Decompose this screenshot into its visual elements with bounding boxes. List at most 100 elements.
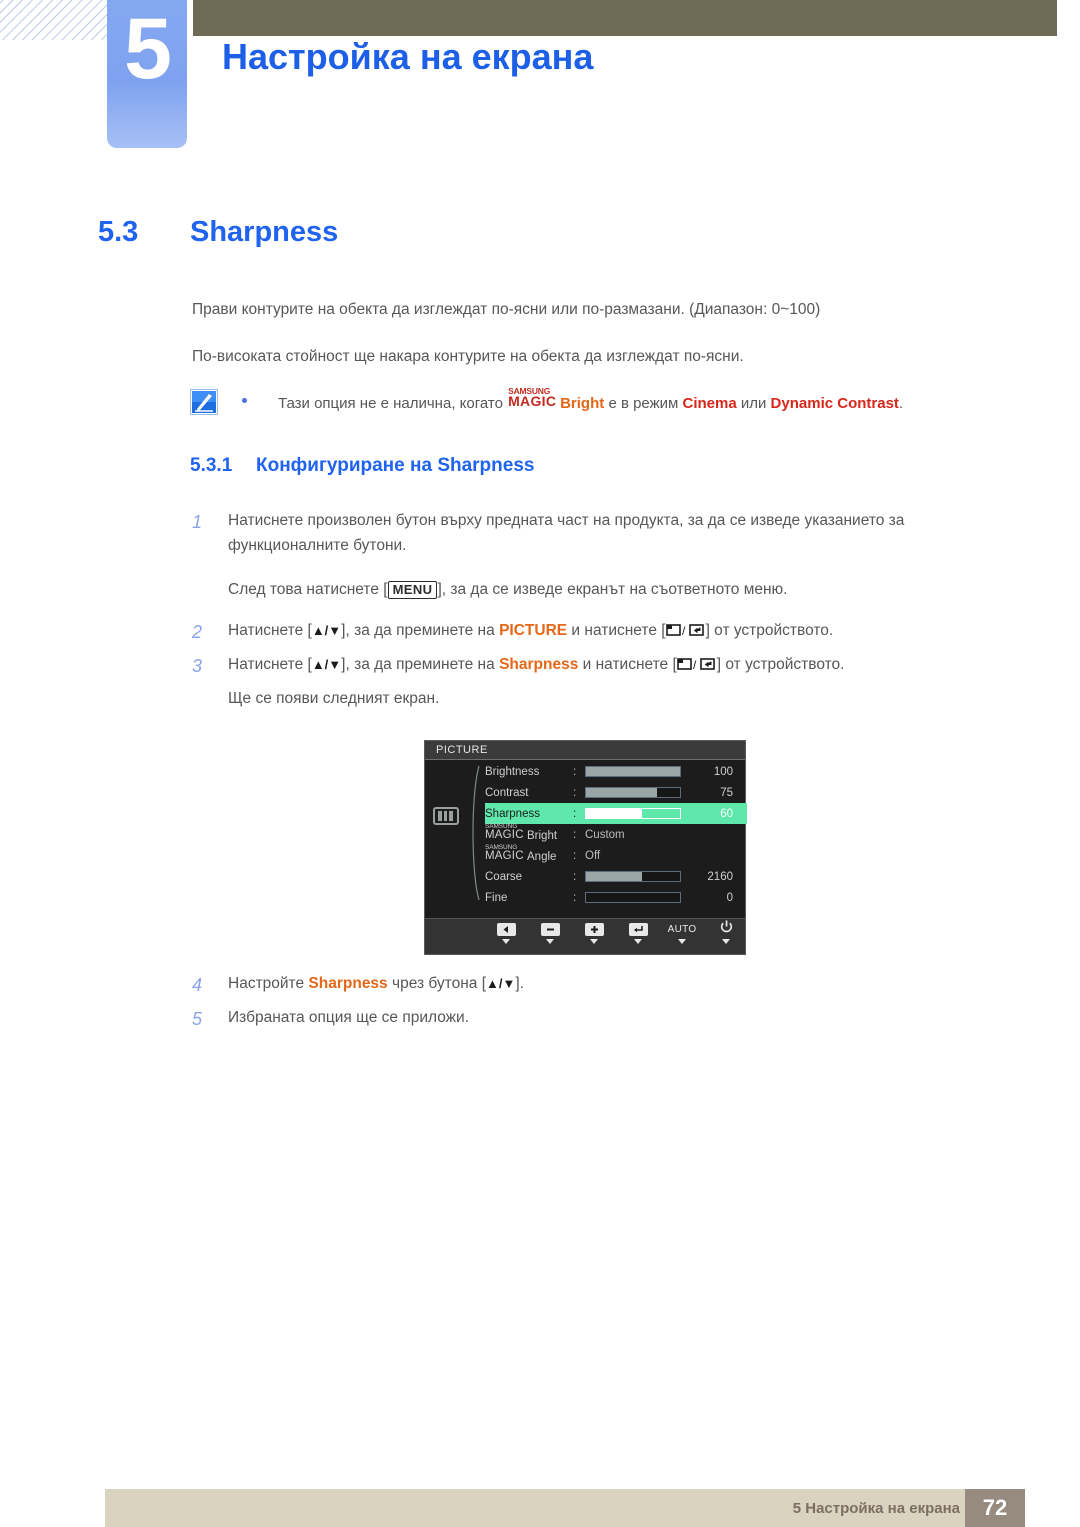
osd-value-magic-angle: Off [585,849,601,862]
auto-label: AUTO [667,924,697,935]
step-5-number: 5 [192,1009,203,1029]
osd-rows: Brightness : 100 Contrast : 75 Sharpness… [485,761,747,908]
svg-text:/: / [693,658,697,672]
step-2-text-before: Натиснете [ [228,622,312,639]
subsection-number: 5.3.1 [190,455,233,476]
step-5: 5 Избраната опция ще се приложи. [192,1005,992,1030]
note-block: Тази опция не е налична, когато SAMSUNG … [190,387,980,422]
osd-row-fine[interactable]: Fine : 0 [485,887,747,908]
osd-button-enter[interactable] [623,922,653,944]
caret-down-icon [722,939,730,944]
chapter-title: Настройка на екрана [222,36,594,77]
step-3-text: Натиснете [▲/▼], за да преминете на Shar… [228,652,992,677]
osd-body: Brightness : 100 Contrast : 75 Sharpness… [425,761,747,908]
step-2-highlight: PICTURE [499,622,568,639]
osd-row-magic-angle[interactable]: SAMSUNG MAGIC Angle : Off [485,844,747,866]
step-4-number: 4 [192,975,203,995]
substep-text-before: След това натиснете [ [228,581,388,598]
step-5-text: Избраната опция ще се приложи. [228,1009,469,1026]
section-title: Sharpness [190,216,339,248]
osd-value-coarse: 2160 [707,870,733,883]
caret-down-icon [590,939,598,944]
osd-label-contrast: Contrast [485,786,529,799]
osd-colon: : [573,807,577,820]
osd-button-plus[interactable] [579,922,609,944]
note-mode-dynamic-contrast: Dynamic Contrast [770,395,899,412]
note-text-middle: е в режим [608,395,679,412]
plus-icon [584,923,604,936]
osd-title-bar: PICTURE [425,741,745,760]
osd-value-sharpness: 60 [720,807,733,820]
enter-icon [628,923,648,936]
step-3-highlight: Sharpness [499,656,579,673]
step-3-number: 3 [192,656,203,676]
step-1-substep-text: След това натиснете [MENU], за да се изв… [228,577,992,602]
osd-label-sharpness: Sharpness [485,807,540,820]
osd-value-contrast: 75 [720,786,733,799]
osd-button-auto[interactable]: AUTO [667,922,697,944]
step-4-text-mid: чрез бутона [ [392,975,487,992]
note-bullet [242,398,247,403]
osd-slider-coarse[interactable] [585,871,681,882]
osd-slider-contrast[interactable] [585,787,681,798]
chapter-number: 5 [124,1,172,97]
step-4-text: Настройте Sharpness чрез бутона [▲/▼]. [228,971,992,996]
osd-row-brightness[interactable]: Brightness : 100 [485,761,747,782]
osd-colon: : [573,849,577,862]
step-4-text-before: Настройте [228,975,305,992]
minus-icon [540,923,560,936]
step-3: 3 Натиснете [▲/▼], за да преминете на Sh… [192,652,992,677]
page-footer: 5 Настройка на екрана 72 [105,1489,1025,1527]
source-enter-icons: / [676,657,717,672]
osd-colon: : [573,765,577,778]
caret-down-icon [678,939,686,944]
section-paragraph-1: Прави контурите на обекта да изглеждат п… [192,301,821,318]
subsection-title: Конфигуриране на Sharpness [256,455,535,476]
picture-bars-icon [433,807,459,825]
magic-logo-bottom: MAGIC [508,393,557,409]
step-3-substep-text: Ще се появи следният екран. [228,690,440,707]
step-4-text-after: ]. [515,975,524,992]
step-4: 4 Настройте Sharpness чрез бутона [▲/▼]. [192,971,992,996]
osd-slider-fine[interactable] [585,892,681,903]
osd-row-coarse[interactable]: Coarse : 2160 [485,866,747,887]
note-period: . [898,395,904,412]
page-header: 5 Настройка на екрана [0,0,1080,170]
osd-magic-suffix: Angle [527,850,557,863]
note-text-before: Тази опция не е налична, когато [278,395,503,412]
osd-label-coarse: Coarse [485,870,523,883]
back-icon [496,923,516,936]
power-icon [720,920,733,939]
step-2-text-after: ] от устройството. [705,622,834,639]
note-conjunction: или [740,395,767,412]
osd-colon: : [573,828,577,841]
section-paragraph-2: По-високата стойност ще накара контурите… [192,348,744,365]
step-1-text: Натиснете произволен бутон върху преднат… [228,512,905,555]
step-1-number: 1 [192,512,203,532]
osd-row-magic-bright[interactable]: SAMSUNG MAGIC Bright : Custom [485,823,747,845]
osd-title-text: PICTURE [436,744,488,756]
caret-down-icon [546,939,554,944]
osd-bracket-decoration [467,764,481,902]
source-enter-icons: / [665,623,706,638]
updown-arrows-icon: ▲/▼ [486,976,516,991]
osd-label-magic-bright: SAMSUNG MAGIC Bright [485,823,573,842]
step-3-text-after: ] от устройството. [716,656,845,673]
osd-row-sharpness[interactable]: Sharpness : 60 [485,803,747,824]
step-2-text: Натиснете [▲/▼], за да преминете на PICT… [228,618,992,643]
osd-slider-sharpness[interactable] [585,808,681,819]
osd-slider-brightness[interactable] [585,766,681,777]
osd-button-back[interactable] [491,922,521,944]
menu-keycap: MENU [387,581,438,599]
osd-button-minus[interactable] [535,922,565,944]
caret-down-icon [502,939,510,944]
osd-footer-bar: AUTO [425,918,745,954]
osd-label-brightness: Brightness [485,765,540,778]
osd-row-contrast[interactable]: Contrast : 75 [485,782,747,803]
section-number: 5.3 [98,216,139,248]
step-4-highlight: Sharpness [308,975,388,992]
note-mode-cinema: Cinema [682,395,737,412]
step-3-text-mid: ], за да преминете на [341,656,495,673]
step-2-text-mid2: и натиснете [ [571,622,666,639]
osd-button-power[interactable] [711,920,741,944]
